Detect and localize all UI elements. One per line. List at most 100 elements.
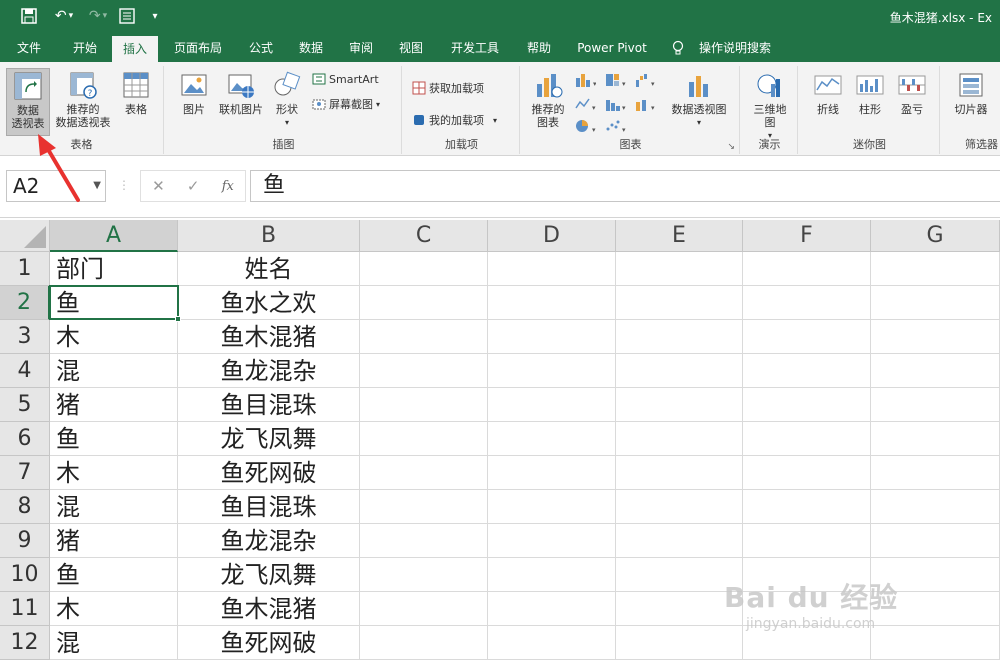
column-chart-icon[interactable]: ▾ [574, 72, 597, 88]
cell-c6[interactable] [360, 422, 488, 456]
cell-a5[interactable]: 猪 [50, 388, 178, 422]
cell-d7[interactable] [488, 456, 616, 490]
formula-input[interactable]: 鱼 [250, 170, 1000, 202]
screenshot-button[interactable]: 屏幕截图 ▾ [312, 96, 380, 112]
line-chart-icon[interactable]: ▾ [574, 96, 596, 112]
cell-c12[interactable] [360, 626, 488, 660]
cell-f4[interactable] [743, 354, 871, 388]
fill-handle[interactable] [175, 316, 181, 322]
cell-f7[interactable] [743, 456, 871, 490]
cell-g5[interactable] [871, 388, 1000, 422]
cell-b1[interactable]: 姓名 [178, 252, 360, 286]
insert-function-button[interactable]: fx [222, 179, 234, 194]
column-header-e[interactable]: E [616, 220, 743, 252]
cell-e4[interactable] [616, 354, 743, 388]
cell-g7[interactable] [871, 456, 1000, 490]
cell-e8[interactable] [616, 490, 743, 524]
cell-g4[interactable] [871, 354, 1000, 388]
cell-d12[interactable] [488, 626, 616, 660]
cell-a11[interactable]: 木 [50, 592, 178, 626]
cell-f2[interactable] [743, 286, 871, 320]
online-pictures-button[interactable]: 联机图片 [214, 70, 268, 136]
tab-file[interactable]: 文件 [6, 34, 52, 62]
cell-d11[interactable] [488, 592, 616, 626]
cell-e2[interactable] [616, 286, 743, 320]
cell-g3[interactable] [871, 320, 1000, 354]
combo-chart-icon[interactable]: ▾ [634, 96, 656, 112]
cell-b11[interactable]: 鱼木混猪 [178, 592, 360, 626]
cell-d4[interactable] [488, 354, 616, 388]
row-header-11[interactable]: 11 [0, 592, 50, 626]
cell-c5[interactable] [360, 388, 488, 422]
cell-a2[interactable]: 鱼 [50, 286, 178, 320]
column-header-c[interactable]: C [360, 220, 488, 252]
cell-g8[interactable] [871, 490, 1000, 524]
cell-b4[interactable]: 鱼龙混杂 [178, 354, 360, 388]
tab-data[interactable]: 数据 [290, 34, 332, 62]
cell-c4[interactable] [360, 354, 488, 388]
cell-a3[interactable]: 木 [50, 320, 178, 354]
select-all-button[interactable] [0, 220, 50, 252]
row-header-7[interactable]: 7 [0, 456, 50, 490]
slicer-button[interactable]: 切片器 [948, 70, 994, 136]
tab-page-layout[interactable]: 页面布局 [164, 34, 232, 62]
cell-b2[interactable]: 鱼水之欢 [178, 286, 360, 320]
tab-home[interactable]: 开始 [62, 34, 108, 62]
cell-a8[interactable]: 混 [50, 490, 178, 524]
tab-power-pivot[interactable]: Power Pivot [572, 34, 652, 62]
row-header-6[interactable]: 6 [0, 422, 50, 456]
enter-icon[interactable]: ✓ [187, 177, 200, 195]
column-header-d[interactable]: D [488, 220, 616, 252]
pictures-button[interactable]: 图片 [174, 70, 214, 136]
cell-e9[interactable] [616, 524, 743, 558]
row-header-5[interactable]: 5 [0, 388, 50, 422]
table-button[interactable]: 表格 [116, 70, 156, 136]
cell-e7[interactable] [616, 456, 743, 490]
column-header-a[interactable]: A [50, 220, 178, 252]
name-box-dropdown-icon[interactable]: ▼ [93, 171, 101, 201]
get-addins-button[interactable]: 获取加载项 [412, 80, 484, 96]
name-box[interactable]: A2 ▼ [6, 170, 106, 202]
column-header-b[interactable]: B [178, 220, 360, 252]
cell-b12[interactable]: 鱼死网破 [178, 626, 360, 660]
shapes-button[interactable]: 形状 ▾ [270, 70, 304, 136]
cell-b5[interactable]: 鱼目混珠 [178, 388, 360, 422]
cell-f5[interactable] [743, 388, 871, 422]
cell-d10[interactable] [488, 558, 616, 592]
stat-chart-icon[interactable]: ▾ [604, 96, 626, 112]
cell-b9[interactable]: 鱼龙混杂 [178, 524, 360, 558]
cell-b3[interactable]: 鱼木混猪 [178, 320, 360, 354]
smartart-button[interactable]: SmartArt [312, 72, 379, 86]
cell-d2[interactable] [488, 286, 616, 320]
undo-icon[interactable]: ↶ ▾ [50, 5, 78, 27]
cell-c7[interactable] [360, 456, 488, 490]
row-header-3[interactable]: 3 [0, 320, 50, 354]
row-header-4[interactable]: 4 [0, 354, 50, 388]
tab-review[interactable]: 审阅 [340, 34, 382, 62]
save-icon[interactable] [18, 5, 40, 27]
cell-b8[interactable]: 鱼目混珠 [178, 490, 360, 524]
tab-help[interactable]: 帮助 [518, 34, 560, 62]
sparkline-winloss-button[interactable]: 盈亏 [892, 70, 932, 136]
row-header-9[interactable]: 9 [0, 524, 50, 558]
pivot-table-button[interactable]: 数据 透视表 [6, 68, 50, 136]
cell-a1[interactable]: 部门 [50, 252, 178, 286]
cell-e5[interactable] [616, 388, 743, 422]
cell-a4[interactable]: 混 [50, 354, 178, 388]
cell-c1[interactable] [360, 252, 488, 286]
cell-d1[interactable] [488, 252, 616, 286]
cell-d6[interactable] [488, 422, 616, 456]
cell-c9[interactable] [360, 524, 488, 558]
row-header-10[interactable]: 10 [0, 558, 50, 592]
tab-formulas[interactable]: 公式 [240, 34, 282, 62]
sparkline-line-button[interactable]: 折线 [808, 70, 848, 136]
cell-a12[interactable]: 混 [50, 626, 178, 660]
column-header-f[interactable]: F [743, 220, 871, 252]
sparkline-column-button[interactable]: 柱形 [850, 70, 890, 136]
cell-f8[interactable] [743, 490, 871, 524]
hierarchy-chart-icon[interactable]: ▾ [604, 72, 626, 88]
cell-e3[interactable] [616, 320, 743, 354]
cell-f9[interactable] [743, 524, 871, 558]
cell-d3[interactable] [488, 320, 616, 354]
tab-view[interactable]: 视图 [390, 34, 432, 62]
